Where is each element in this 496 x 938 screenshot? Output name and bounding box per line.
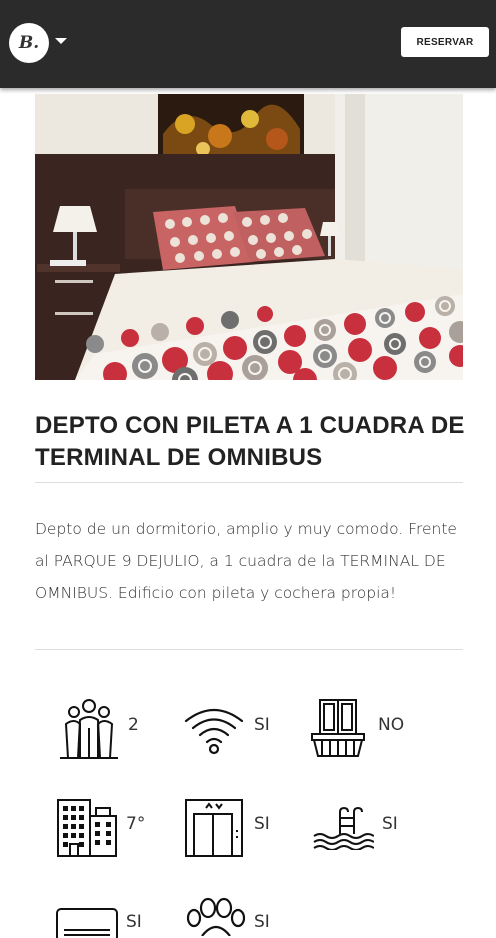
amenity-floor: 7° bbox=[56, 798, 166, 860]
amenity-elevator-value: SI bbox=[254, 814, 270, 834]
logo[interactable]: B. bbox=[9, 23, 49, 63]
description-divider bbox=[35, 649, 463, 650]
amenity-pool: SI bbox=[312, 806, 422, 856]
amenity-pets: SI bbox=[184, 896, 294, 936]
amenity-pets-value: SI bbox=[254, 912, 270, 932]
amenity-elevator: SI bbox=[184, 798, 294, 860]
amenity-air-conditioning: SI bbox=[56, 908, 166, 938]
listing-photo bbox=[35, 94, 463, 380]
amenity-floor-value: 7° bbox=[126, 814, 146, 834]
elevator-icon bbox=[185, 799, 243, 857]
amenity-pool-value: SI bbox=[382, 814, 398, 834]
reserve-button[interactable]: RESERVAR bbox=[401, 27, 489, 57]
listing-description: Depto de un dormitorio, amplio y muy com… bbox=[35, 520, 457, 602]
amenity-air-conditioning-value: SI bbox=[126, 912, 142, 932]
building-icon bbox=[57, 799, 117, 857]
balcony-icon bbox=[311, 699, 365, 757]
listing-title: DEPTO CON PILETA A 1 CUADRA DE TERMINAL … bbox=[35, 412, 465, 471]
wifi-icon bbox=[184, 709, 244, 755]
chevron-down-icon[interactable] bbox=[55, 38, 67, 44]
people-icon bbox=[60, 699, 118, 759]
amenity-balcony: NO bbox=[310, 698, 420, 762]
amenity-wifi: SI bbox=[184, 705, 294, 757]
amenity-guests-value: 2 bbox=[128, 715, 139, 735]
title-divider bbox=[35, 482, 463, 483]
amenity-guests: 2 bbox=[60, 698, 170, 762]
amenity-wifi-value: SI bbox=[254, 715, 270, 735]
logo-text: B. bbox=[18, 33, 40, 53]
amenity-balcony-value: NO bbox=[378, 715, 405, 735]
pool-icon bbox=[313, 806, 374, 850]
top-navbar: B. RESERVAR bbox=[0, 0, 496, 88]
paw-icon bbox=[186, 897, 246, 936]
